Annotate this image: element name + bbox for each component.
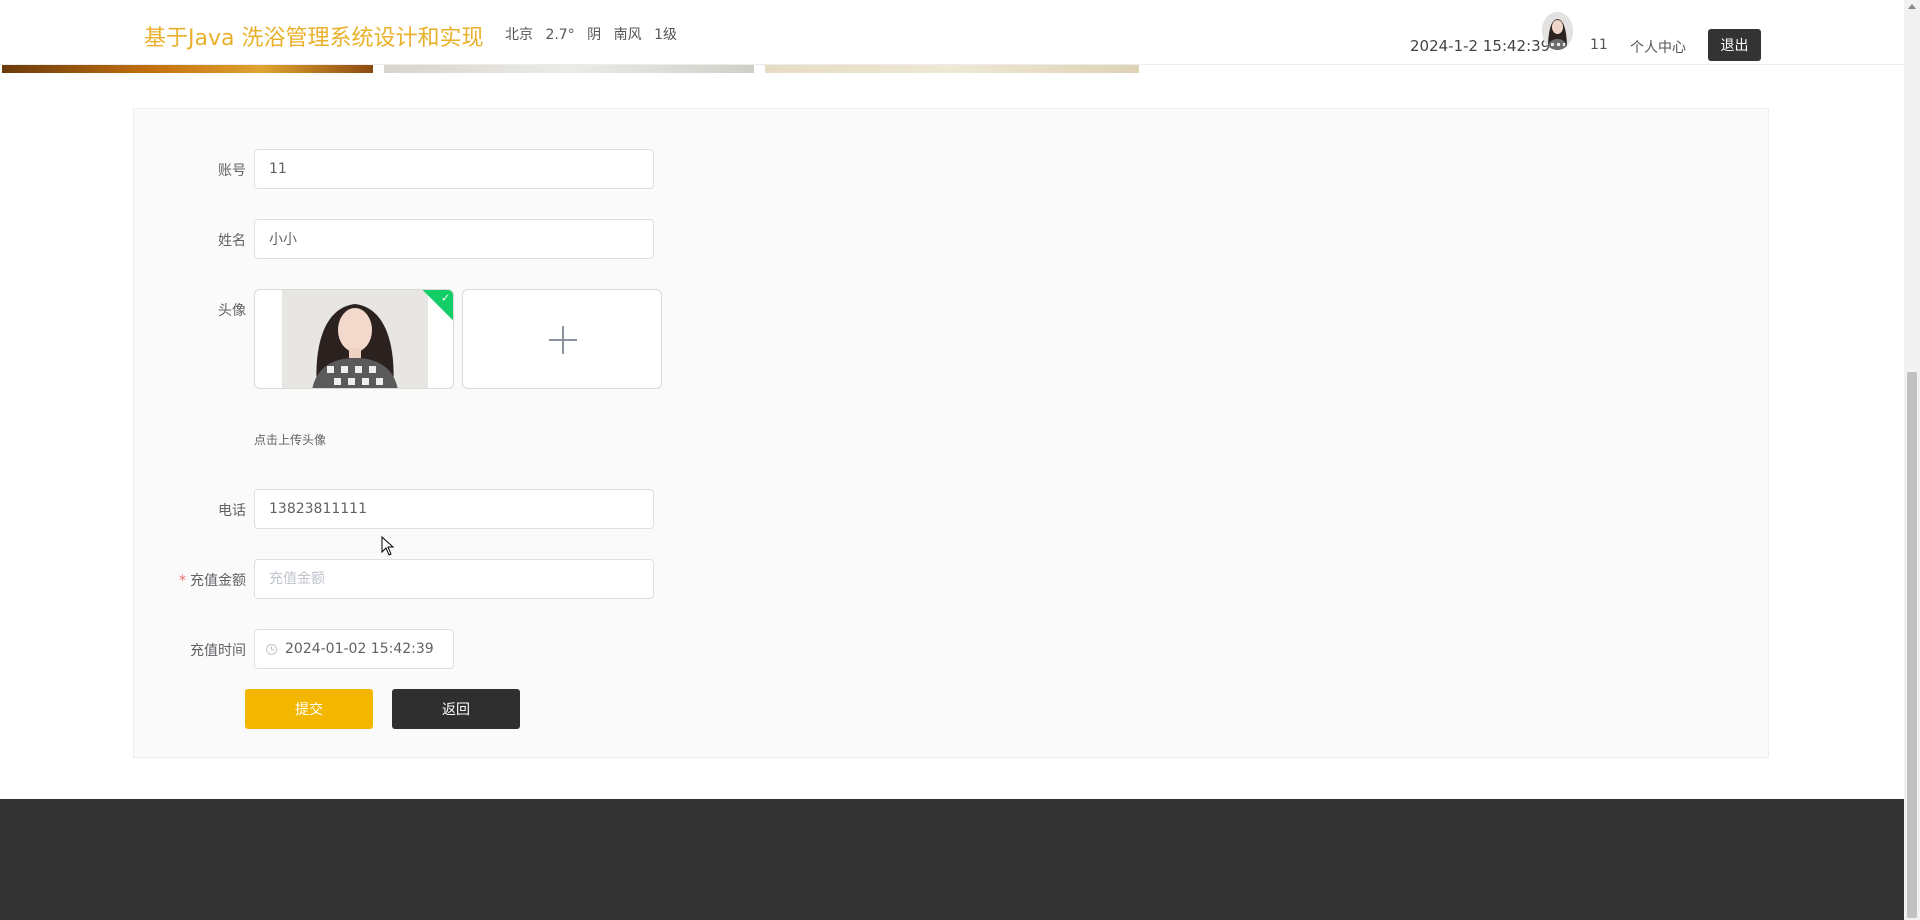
weather-wind-level: 1级	[654, 27, 677, 43]
avatar-portrait-icon	[1542, 12, 1573, 50]
phone-row: 电话	[134, 489, 934, 529]
weather-condition: 阴	[587, 27, 602, 43]
weather-temperature: 2.7°	[545, 27, 575, 43]
clock-icon	[266, 644, 277, 655]
name-row: 姓名	[134, 219, 934, 259]
username: 11	[1590, 37, 1608, 53]
recharge-form-panel: 账号 姓名 头像 ✓	[133, 108, 1769, 758]
plus-icon	[549, 326, 577, 354]
recharge-amount-label: * 充值金额	[179, 573, 246, 589]
name-label: 姓名	[218, 233, 246, 249]
avatar-preview	[282, 290, 428, 388]
site-title: 基于Java 洗浴管理系统设计和实现	[144, 26, 484, 51]
phone-label: 电话	[218, 503, 246, 519]
phone-input[interactable]	[254, 489, 654, 529]
avatar-row: 头像 ✓ 点击上传头像	[134, 289, 934, 449]
uploaded-avatar-card[interactable]: ✓	[254, 289, 454, 389]
weather-city: 北京	[505, 27, 533, 43]
upload-tip: 点击上传头像	[254, 433, 327, 447]
upload-avatar-button[interactable]	[462, 289, 662, 389]
avatar-photo-icon	[282, 290, 428, 388]
top-header: 基于Java 洗浴管理系统设计和实现 北京 2.7° 阴 南风 1级 2024-…	[0, 0, 1904, 65]
name-input[interactable]	[254, 219, 654, 259]
submit-button[interactable]: 提交	[245, 689, 373, 729]
recharge-time-label: 充值时间	[190, 643, 246, 659]
back-button[interactable]: 返回	[392, 689, 520, 729]
required-mark: *	[179, 573, 186, 589]
avatar-label: 头像	[218, 303, 246, 319]
logout-button[interactable]: 退出	[1708, 29, 1761, 61]
profile-center-link[interactable]: 个人中心	[1630, 37, 1686, 57]
mouse-cursor-icon	[381, 536, 395, 556]
recharge-time-row: 充值时间 2024-01-02 15:42:39	[134, 629, 934, 669]
account-row: 账号	[134, 149, 934, 189]
recharge-time-value: 2024-01-02 15:42:39	[285, 641, 434, 657]
recharge-amount-row: * 充值金额	[134, 559, 934, 599]
weather-widget: 北京 2.7° 阴 南风 1级	[505, 24, 685, 44]
check-icon: ✓	[441, 291, 451, 305]
recharge-time-picker[interactable]: 2024-01-02 15:42:39	[254, 629, 454, 669]
scrollbar-thumb[interactable]	[1907, 372, 1917, 918]
current-datetime: 2024-1-2 15:42:39	[1410, 37, 1551, 55]
page-footer	[0, 799, 1904, 920]
avatar[interactable]	[1542, 12, 1573, 50]
account-input[interactable]	[254, 149, 654, 189]
scroll-up-icon[interactable]	[1908, 4, 1916, 9]
user-area: 2024-1-2 15:42:39 11 个人中心 退出	[1410, 12, 1770, 62]
weather-wind-direction: 南风	[613, 27, 642, 43]
page-scrollbar[interactable]	[1904, 0, 1920, 920]
recharge-amount-input[interactable]	[254, 559, 654, 599]
account-label: 账号	[218, 163, 246, 179]
